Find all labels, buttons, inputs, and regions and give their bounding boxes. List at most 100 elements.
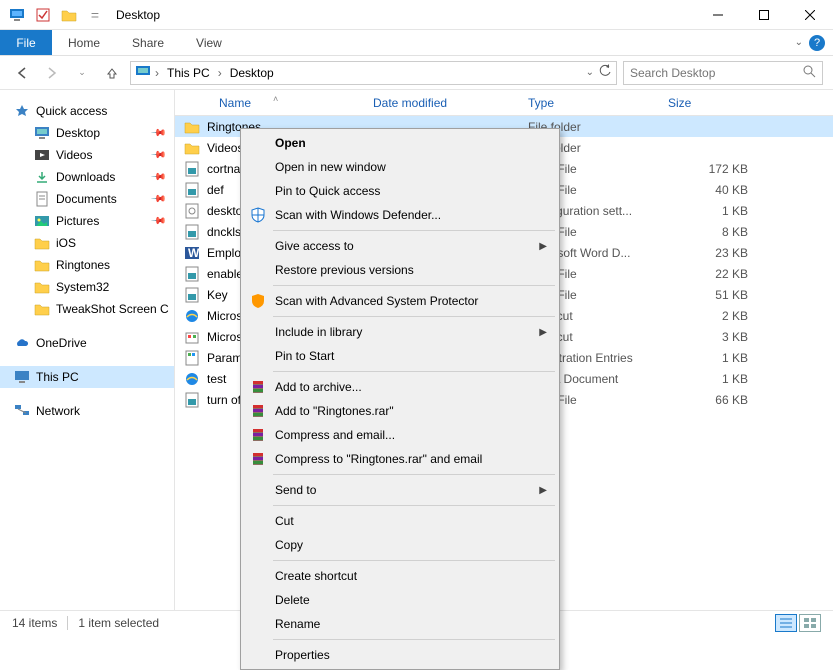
refresh-icon[interactable] xyxy=(598,64,612,81)
ribbon-expand-icon[interactable]: ⌄ xyxy=(795,37,803,48)
file-size: 23 KB xyxy=(668,246,748,260)
this-pc-root[interactable]: This PC xyxy=(0,366,174,388)
chevron-right-icon: ▶ xyxy=(539,485,547,496)
sidebar-item[interactable]: Ringtones xyxy=(0,254,174,276)
breadcrumb-this-pc[interactable]: This PC xyxy=(163,66,214,80)
menu-label: Create shortcut xyxy=(275,569,357,583)
nav-label: Ringtones xyxy=(56,258,110,272)
column-type[interactable]: Type xyxy=(528,96,668,110)
desktop-icon xyxy=(34,125,50,141)
search-input[interactable] xyxy=(630,66,802,80)
menu-item[interactable]: Cut xyxy=(243,509,557,533)
menu-item[interactable]: Pin to Quick access xyxy=(243,179,557,203)
nav-label: This PC xyxy=(36,370,79,384)
file-size: 40 KB xyxy=(668,183,748,197)
sidebar-item[interactable]: TweakShot Screen C xyxy=(0,298,174,320)
quick-access-toolbar: = xyxy=(0,4,106,26)
folder-icon xyxy=(183,119,201,135)
menu-item[interactable]: Add to archive... xyxy=(243,375,557,399)
address-dropdown-icon[interactable]: ⌄ xyxy=(586,67,594,78)
chevron-right-icon[interactable]: › xyxy=(155,66,159,80)
up-button[interactable] xyxy=(100,61,124,85)
maximize-button[interactable] xyxy=(741,0,787,30)
sidebar-item[interactable]: Downloads📌 xyxy=(0,166,174,188)
menu-label: Cut xyxy=(275,514,294,528)
nav-label: Documents xyxy=(56,192,117,206)
folder-icon xyxy=(34,279,50,295)
pin-icon: 📌 xyxy=(149,125,166,142)
quick-access-root[interactable]: Quick access xyxy=(0,100,174,122)
menu-label: Add to archive... xyxy=(275,380,362,394)
documents-icon xyxy=(34,191,50,207)
nav-label: Pictures xyxy=(56,214,99,228)
sidebar-item[interactable]: Documents📌 xyxy=(0,188,174,210)
tab-home[interactable]: Home xyxy=(52,30,116,55)
sidebar-item[interactable]: Pictures📌 xyxy=(0,210,174,232)
large-icons-view-button[interactable] xyxy=(799,614,821,632)
file-size: 8 KB xyxy=(668,225,748,239)
help-icon[interactable]: ? xyxy=(809,35,825,51)
column-date[interactable]: Date modified xyxy=(373,96,528,110)
folder-icon xyxy=(183,140,201,156)
tab-view[interactable]: View xyxy=(180,30,238,55)
menu-item[interactable]: Properties xyxy=(243,643,557,667)
qat-dropdown-icon[interactable]: = xyxy=(84,4,106,26)
status-selection: 1 item selected xyxy=(78,616,159,630)
location-icon xyxy=(135,63,151,82)
sidebar-item[interactable]: System32 xyxy=(0,276,174,298)
search-box[interactable] xyxy=(623,61,823,85)
address-bar[interactable]: › This PC › Desktop ⌄ xyxy=(130,61,617,85)
menu-item[interactable]: Add to "Ringtones.rar" xyxy=(243,399,557,423)
folder-qat-icon[interactable] xyxy=(58,4,80,26)
menu-item[interactable]: Send to▶ xyxy=(243,478,557,502)
menu-item[interactable]: Create shortcut xyxy=(243,564,557,588)
pin-icon: 📌 xyxy=(149,169,166,186)
breadcrumb-desktop[interactable]: Desktop xyxy=(226,66,278,80)
menu-separator xyxy=(273,230,555,231)
details-view-button[interactable] xyxy=(775,614,797,632)
menu-item[interactable]: Include in library▶ xyxy=(243,320,557,344)
recent-dropdown-icon[interactable]: ⌄ xyxy=(70,61,94,85)
menu-item[interactable]: Compress and email... xyxy=(243,423,557,447)
menu-item[interactable]: Delete xyxy=(243,588,557,612)
rar-icon xyxy=(249,450,267,468)
column-size[interactable]: Size xyxy=(668,96,758,110)
nav-label: Videos xyxy=(56,148,92,162)
onedrive-root[interactable]: OneDrive xyxy=(0,332,174,354)
sidebar-item[interactable]: Desktop📌 xyxy=(0,122,174,144)
rar-icon xyxy=(249,402,267,420)
menu-item[interactable]: Open xyxy=(243,131,557,155)
folder-icon xyxy=(34,235,50,251)
forward-button[interactable] xyxy=(40,61,64,85)
menu-item[interactable]: Open in new window xyxy=(243,155,557,179)
menu-item[interactable]: Give access to▶ xyxy=(243,234,557,258)
file-size: 1 KB xyxy=(668,372,748,386)
menu-item[interactable]: Compress to "Ringtones.rar" and email xyxy=(243,447,557,471)
chevron-right-icon[interactable]: › xyxy=(218,66,222,80)
menu-item[interactable]: Scan with Windows Defender... xyxy=(243,203,557,227)
pc-icon xyxy=(14,369,30,385)
nav-label: Quick access xyxy=(36,104,107,118)
menu-item[interactable]: Rename xyxy=(243,612,557,636)
menu-item[interactable]: Restore previous versions xyxy=(243,258,557,282)
back-button[interactable] xyxy=(10,61,34,85)
network-icon xyxy=(14,403,30,419)
menu-item[interactable]: Pin to Start xyxy=(243,344,557,368)
file-tab[interactable]: File xyxy=(0,30,52,55)
properties-qat-icon[interactable] xyxy=(32,4,54,26)
close-button[interactable] xyxy=(787,0,833,30)
ini-icon xyxy=(183,203,201,219)
tab-share[interactable]: Share xyxy=(116,30,180,55)
menu-item[interactable]: Copy xyxy=(243,533,557,557)
sidebar-item[interactable]: iOS xyxy=(0,232,174,254)
png-icon xyxy=(183,161,201,177)
column-name[interactable]: Name˄ xyxy=(183,96,373,110)
ribbon: File Home Share View ⌄ ? xyxy=(0,30,833,56)
search-icon[interactable] xyxy=(802,64,816,81)
menu-label: Scan with Windows Defender... xyxy=(275,208,441,222)
network-root[interactable]: Network xyxy=(0,400,174,422)
menu-item[interactable]: Scan with Advanced System Protector xyxy=(243,289,557,313)
sidebar-item[interactable]: Videos📌 xyxy=(0,144,174,166)
svg-text:W: W xyxy=(188,246,200,260)
minimize-button[interactable] xyxy=(695,0,741,30)
